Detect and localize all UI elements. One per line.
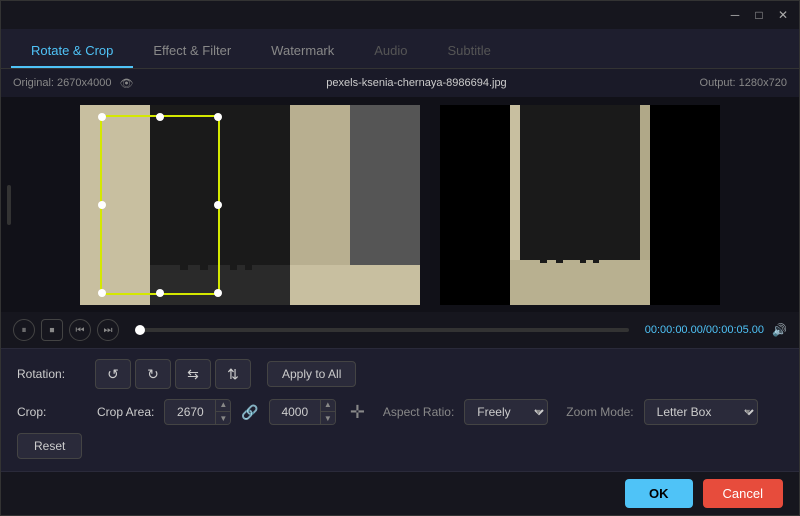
rotate-ccw-button[interactable]: ↺	[95, 359, 131, 389]
close-button[interactable]: ✕	[775, 7, 791, 23]
aspect-ratio-select-wrapper: Freely 16:9 4:3 1:1 9:16	[464, 399, 548, 425]
tab-audio[interactable]: Audio	[354, 35, 427, 68]
rotate-cw-button[interactable]: ↻	[135, 359, 171, 389]
tab-bar: Rotate & Crop Effect & Filter Watermark …	[1, 29, 799, 69]
crop-row: Crop: Crop Area: ▲ ▼ 🔗 ▲ ▼ ✛ Aspect Rati…	[17, 399, 783, 425]
timeline-time: 00:00:00.00/00:00:05.00	[645, 324, 764, 336]
crop-width-input-group: ▲ ▼	[164, 399, 231, 425]
visibility-icon[interactable]: 👁	[119, 77, 133, 90]
aspect-ratio-label: Aspect Ratio:	[383, 405, 454, 419]
output-preview	[440, 105, 720, 305]
aspect-ratio-select[interactable]: Freely 16:9 4:3 1:1 9:16	[464, 399, 548, 425]
output-image-svg	[440, 105, 720, 305]
crop-width-up[interactable]: ▲	[216, 399, 230, 412]
zoom-mode-label: Zoom Mode:	[566, 405, 633, 419]
minimize-button[interactable]: ─	[727, 7, 743, 23]
tab-subtitle[interactable]: Subtitle	[428, 35, 511, 68]
preview-left	[80, 105, 420, 305]
original-size-label: Original: 2670x4000	[13, 77, 111, 89]
apply-all-button[interactable]: Apply to All	[267, 361, 356, 387]
crop-label: Crop:	[17, 405, 87, 419]
reset-row: Reset	[17, 433, 783, 459]
preview-container	[1, 97, 799, 312]
cancel-button[interactable]: Cancel	[703, 479, 783, 508]
rotation-row: Rotation: ↺ ↻ ⇆ ⇅ Apply to All	[17, 359, 783, 389]
crop-height-down[interactable]: ▼	[321, 412, 335, 425]
playback-controls: ⏸ ⏹ ⏮ ⏭	[13, 319, 119, 341]
zoom-mode-select[interactable]: Letter Box Pan & Scan Full	[644, 399, 758, 425]
crop-width-spinners: ▲ ▼	[215, 399, 230, 425]
rotation-buttons: ↺ ↻ ⇆ ⇅	[95, 359, 251, 389]
timeline-thumb	[135, 325, 145, 335]
source-image-svg	[80, 105, 420, 305]
crop-height-spinners: ▲ ▼	[320, 399, 335, 425]
tab-effect-filter[interactable]: Effect & Filter	[133, 35, 251, 68]
volume-icon[interactable]: 🔊	[772, 323, 787, 337]
preview-right	[440, 105, 720, 305]
tab-rotate-crop[interactable]: Rotate & Crop	[11, 35, 133, 68]
crop-width-down[interactable]: ▼	[216, 412, 230, 425]
timeline-slider[interactable]	[135, 328, 629, 332]
next-frame-button[interactable]: ⏭	[97, 319, 119, 341]
crop-width-input[interactable]	[165, 405, 215, 419]
output-size-label: Output: 1280x720	[700, 77, 787, 89]
crop-area-label: Crop Area:	[97, 405, 154, 419]
timeline-bar: ⏸ ⏹ ⏮ ⏭ 00:00:00.00/00:00:05.00 🔊	[1, 312, 799, 348]
ok-button[interactable]: OK	[625, 479, 693, 508]
bottom-bar: OK Cancel	[1, 471, 799, 515]
link-dimensions-icon[interactable]: 🔗	[241, 404, 258, 421]
maximize-button[interactable]: □	[751, 7, 767, 23]
stop-button[interactable]: ⏹	[41, 319, 63, 341]
pause-button[interactable]: ⏸	[13, 319, 35, 341]
flip-vertical-button[interactable]: ⇅	[215, 359, 251, 389]
flip-horizontal-button[interactable]: ⇆	[175, 359, 211, 389]
crop-height-up[interactable]: ▲	[321, 399, 335, 412]
crop-height-input[interactable]	[270, 405, 320, 419]
prev-frame-button[interactable]: ⏮	[69, 319, 91, 341]
crop-center-icon[interactable]: ✛	[350, 402, 365, 423]
filename-label: pexels-ksenia-chernaya-8986694.jpg	[141, 77, 691, 89]
preview-area	[1, 97, 799, 312]
title-bar: ─ □ ✕	[1, 1, 799, 29]
source-image	[80, 105, 420, 305]
reset-button[interactable]: Reset	[17, 433, 82, 459]
zoom-mode-select-wrapper: Letter Box Pan & Scan Full	[644, 399, 758, 425]
rotation-label: Rotation:	[17, 367, 87, 381]
controls-area: Rotation: ↺ ↻ ⇆ ⇅ Apply to All Crop: Cro…	[1, 348, 799, 471]
tab-watermark[interactable]: Watermark	[251, 35, 354, 68]
main-window: ─ □ ✕ Rotate & Crop Effect & Filter Wate…	[0, 0, 800, 516]
side-handle	[7, 185, 11, 225]
info-bar: Original: 2670x4000 👁 pexels-ksenia-cher…	[1, 69, 799, 97]
crop-height-input-group: ▲ ▼	[269, 399, 336, 425]
